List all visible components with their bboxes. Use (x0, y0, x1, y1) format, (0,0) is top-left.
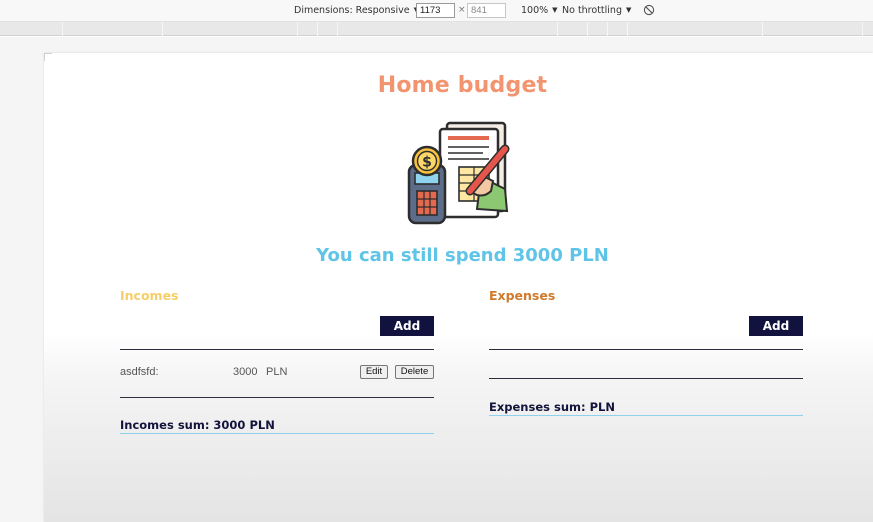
incomes-heading: Incomes (120, 288, 179, 303)
page-title: Home budget (377, 73, 548, 98)
viewport-resize-corner[interactable] (44, 53, 52, 61)
incomes-divider-top (120, 349, 434, 350)
income-name: asdfsfd: (120, 366, 159, 378)
remaining-budget-text: You can still spend 3000 PLN (316, 245, 609, 266)
media-query-ruler[interactable] (0, 22, 873, 36)
delete-income-button[interactable]: Delete (395, 365, 434, 379)
throttling-caret-icon: ▼ (625, 6, 632, 14)
expenses-divider-top (489, 349, 803, 350)
zoom-caret-icon: ▼ (552, 6, 558, 14)
zoom-label: 100% (521, 5, 549, 16)
dimension-separator: × (458, 5, 466, 15)
incomes-divider-bottom (120, 397, 434, 398)
dimensions-dropdown[interactable]: Dimensions: Responsive▼ (294, 5, 419, 16)
income-currency: PLN (266, 366, 288, 378)
expenses-section: Expenses Add Expenses sum: PLN (489, 288, 803, 416)
expenses-heading: Expenses (489, 288, 556, 303)
viewport-width-input[interactable] (416, 3, 455, 18)
zoom-dropdown[interactable]: 100% ▼ (521, 5, 558, 16)
devtools-device-toolbar: Dimensions: Responsive▼ × 100%▼ No throt… (0, 0, 873, 22)
expenses-divider-bottom (489, 378, 803, 379)
throttling-dropdown[interactable]: No throttling ▼ (562, 5, 631, 16)
add-expense-button[interactable]: Add (749, 316, 803, 336)
income-list-item: asdfsfd: 3000 PLN Edit Delete (120, 363, 434, 381)
incomes-section: Incomes Add asdfsfd: 3000 PLN Edit Delet… (120, 288, 434, 434)
viewport-height-input[interactable] (467, 3, 506, 18)
rotate-device-icon[interactable] (643, 4, 655, 16)
throttling-label: No throttling (562, 5, 622, 16)
add-income-button[interactable]: Add (380, 316, 434, 336)
svg-text:$: $ (422, 155, 432, 171)
page-viewport: Home budget $ You can still spend 3000 P… (44, 53, 873, 522)
dimensions-label: Dimensions: Responsive (294, 5, 410, 16)
expenses-sum: Expenses sum: PLN (489, 400, 803, 416)
incomes-sum: Incomes sum: 3000 PLN (120, 418, 434, 434)
edit-income-button[interactable]: Edit (360, 365, 388, 379)
income-amount: 3000 (233, 366, 258, 378)
budget-illustration-icon: $ (407, 121, 510, 225)
